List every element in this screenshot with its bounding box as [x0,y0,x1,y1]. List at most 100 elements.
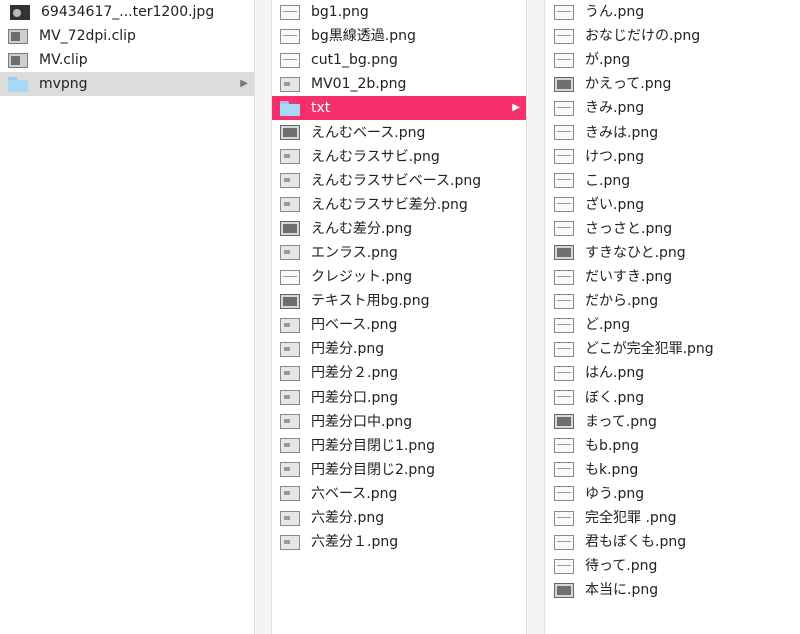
file-row[interactable]: 円差分２.png [272,361,526,385]
file-row-clip-72dpi[interactable]: MV_72dpi.clip [0,24,254,48]
file-row[interactable]: 六差分１.png [272,530,526,554]
file-row[interactable]: MV01_2b.png [272,72,526,96]
file-name: 円差分.png [311,341,385,358]
file-row[interactable]: が.png [545,48,800,72]
png-file-icon [554,462,574,478]
png-file-icon [554,245,574,261]
png-file-icon [554,76,574,92]
file-row[interactable]: 円差分口中.png [272,410,526,434]
file-name: さっさと.png [585,220,673,237]
png-file-icon [280,510,300,526]
folder-name: txt [311,100,331,117]
file-name: はん.png [585,365,645,382]
file-row[interactable]: 君もぼくも.png [545,530,800,554]
file-name: ゆう.png [585,485,645,502]
file-row[interactable]: 本当に.png [545,578,800,602]
png-file-icon [280,317,300,333]
png-file-icon [554,293,574,309]
file-row[interactable]: ぼく.png [545,386,800,410]
png-file-icon [554,221,574,237]
file-row[interactable]: もk.png [545,458,800,482]
file-row[interactable]: もb.png [545,434,800,458]
file-row[interactable]: さっさと.png [545,217,800,241]
folder-row-mvpng[interactable]: mvpng ▶ [0,72,254,97]
folder-icon [8,76,28,92]
png-file-icon [554,486,574,502]
file-row[interactable]: どこが完全犯罪.png [545,337,800,361]
file-row[interactable]: bg黒線透過.png [272,24,526,48]
file-list: bg1.png bg黒線透過.png cut1_bg.png MV01_2b.p… [272,0,526,554]
file-row-clip[interactable]: MV.clip [0,48,254,72]
file-row[interactable]: ゆう.png [545,482,800,506]
file-row[interactable]: すきなひと.png [545,241,800,265]
file-name: すきなひと.png [585,244,686,261]
file-row[interactable]: えんむラスサビ差分.png [272,193,526,217]
file-row[interactable]: こ.png [545,169,800,193]
file-row-jpg[interactable]: 69434617_...ter1200.jpg [0,0,254,24]
file-row[interactable]: だから.png [545,289,800,313]
file-row[interactable]: クレジット.png [272,265,526,289]
png-file-icon [554,534,574,550]
file-row[interactable]: 円差分目閉じ1.png [272,434,526,458]
file-name: もk.png [585,461,639,478]
file-row[interactable]: えんむラスサビベース.png [272,169,526,193]
png-file-icon [280,76,300,92]
file-row[interactable]: けつ.png [545,145,800,169]
file-row[interactable]: えんむ差分.png [272,217,526,241]
file-name: 円差分目閉じ1.png [311,437,436,454]
file-name: ぼく.png [585,389,645,406]
file-name: どこが完全犯罪.png [585,341,714,358]
png-file-icon [280,125,300,141]
png-file-icon [280,269,300,285]
column-divider[interactable] [254,0,272,634]
file-row[interactable]: 完全犯罪 .png [545,506,800,530]
file-row[interactable]: はん.png [545,361,800,385]
file-name: エンラス.png [311,244,398,261]
file-row[interactable]: おなじだけの.png [545,24,800,48]
file-name: ざい.png [585,196,645,213]
file-row[interactable]: きみは.png [545,120,800,144]
png-file-icon [280,486,300,502]
file-row[interactable]: テキスト用bg.png [272,289,526,313]
png-file-icon [554,100,574,116]
file-row[interactable]: bg1.png [272,0,526,24]
file-name: えんむラスサビ.png [311,148,440,165]
file-row[interactable]: エンラス.png [272,241,526,265]
file-row[interactable]: えんむラスサビ.png [272,145,526,169]
column-divider[interactable] [526,0,545,634]
file-row[interactable]: えんむベース.png [272,120,526,144]
finder-column-1: 69434617_...ter1200.jpg MV_72dpi.clip MV… [0,0,254,634]
png-file-icon [280,438,300,454]
file-row[interactable]: 待って.png [545,554,800,578]
file-row[interactable]: きみ.png [545,96,800,120]
file-name: 六ベース.png [311,485,398,502]
finder-column-2: bg1.png bg黒線透過.png cut1_bg.png MV01_2b.p… [272,0,526,634]
file-row[interactable]: cut1_bg.png [272,48,526,72]
png-file-icon [554,414,574,430]
file-row[interactable]: 円差分目閉じ2.png [272,458,526,482]
folder-row-txt[interactable]: txt ▶ [272,96,526,121]
file-row[interactable]: ざい.png [545,193,800,217]
file-row[interactable]: 六差分.png [272,506,526,530]
png-file-icon [554,269,574,285]
file-row[interactable]: まって.png [545,410,800,434]
file-row[interactable]: 円差分.png [272,337,526,361]
png-file-icon [554,28,574,44]
png-file-icon [554,52,574,68]
file-name: ど.png [585,317,631,334]
png-file-icon [280,28,300,44]
file-name: bg1.png [311,4,369,21]
png-file-icon [554,558,574,574]
file-row[interactable]: ど.png [545,313,800,337]
file-name: 69434617_...ter1200.jpg [41,4,215,21]
file-row[interactable]: だいすき.png [545,265,800,289]
file-row[interactable]: かえって.png [545,72,800,96]
png-file-icon [280,52,300,68]
file-row[interactable]: 円ベース.png [272,313,526,337]
file-row[interactable]: 円差分口.png [272,386,526,410]
file-row[interactable]: うん.png [545,0,800,24]
file-row[interactable]: 六ベース.png [272,482,526,506]
file-name: おなじだけの.png [585,28,701,45]
file-name: 六差分.png [311,510,385,527]
png-file-icon [280,534,300,550]
